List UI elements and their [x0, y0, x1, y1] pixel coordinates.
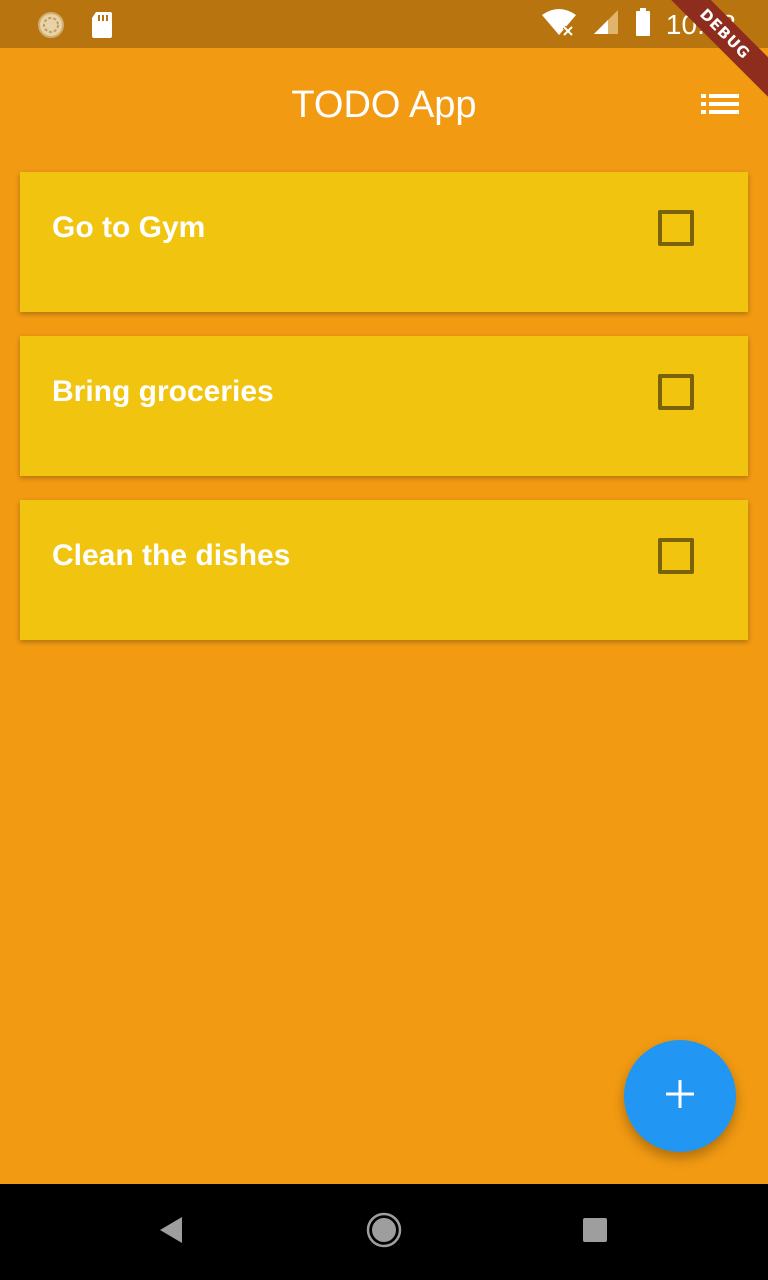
add-icon	[664, 1078, 696, 1115]
signal-icon	[592, 8, 620, 41]
add-todo-button[interactable]	[624, 1040, 736, 1152]
todo-card[interactable]: Bring groceries	[20, 336, 748, 476]
app-bar: TODO App	[0, 48, 768, 160]
wifi-off-icon	[540, 7, 578, 42]
list-icon	[701, 92, 739, 121]
battery-icon	[634, 7, 652, 42]
sd-card-icon	[90, 10, 114, 45]
home-icon	[365, 1211, 403, 1254]
todo-list: Go to Gym Bring groceries Clean the dish…	[20, 172, 748, 664]
app-screen: 10:08 DEBUG TODO App Go to Gym	[0, 0, 768, 1280]
status-left-icons	[36, 10, 114, 45]
todo-checkbox[interactable]	[658, 210, 694, 246]
todo-card[interactable]: Clean the dishes	[20, 500, 748, 640]
todo-checkbox[interactable]	[658, 538, 694, 574]
recents-icon	[582, 1217, 608, 1248]
todo-title: Clean the dishes	[52, 539, 291, 572]
list-button[interactable]	[696, 82, 744, 130]
back-button[interactable]	[149, 1210, 193, 1254]
recents-button[interactable]	[573, 1210, 617, 1254]
back-icon	[158, 1215, 184, 1250]
navigation-bar	[0, 1184, 768, 1280]
home-button[interactable]	[362, 1210, 406, 1254]
status-bar: 10:08	[0, 0, 768, 48]
todo-checkbox[interactable]	[658, 374, 694, 410]
app-title: TODO App	[291, 84, 477, 126]
todo-title: Bring groceries	[52, 375, 274, 408]
sync-icon	[36, 10, 66, 45]
todo-title: Go to Gym	[52, 211, 206, 244]
todo-card[interactable]: Go to Gym	[20, 172, 748, 312]
